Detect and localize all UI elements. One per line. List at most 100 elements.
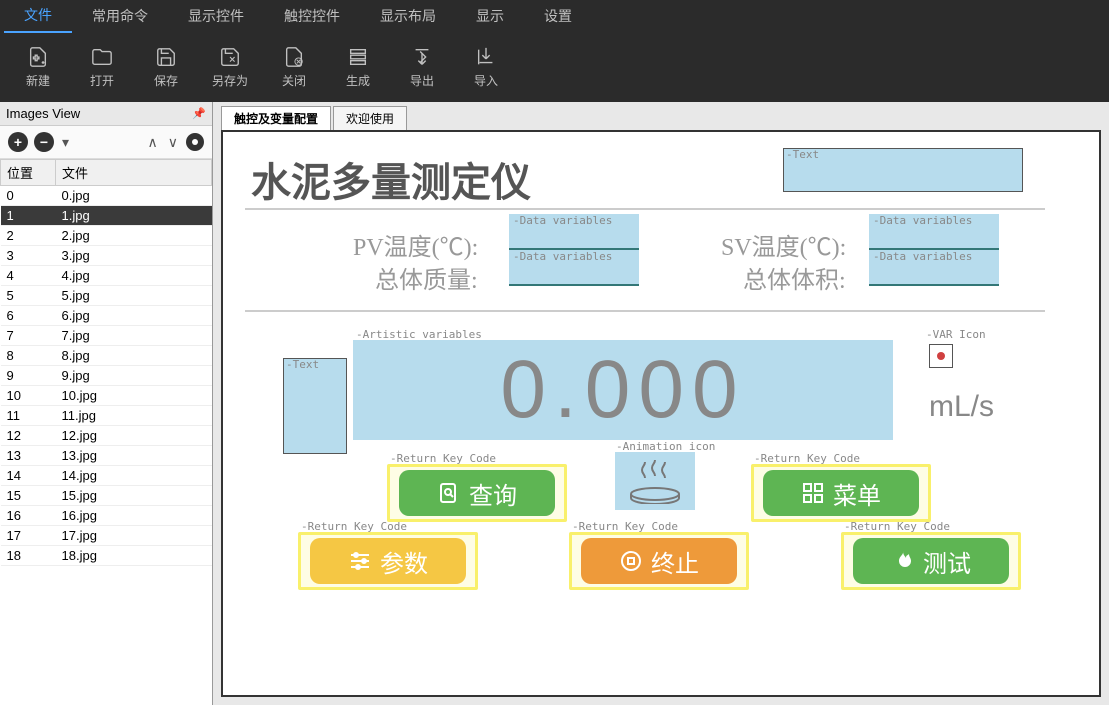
add-image-button[interactable]: + bbox=[8, 132, 28, 152]
save-icon bbox=[155, 46, 177, 68]
import-button[interactable]: 导入 bbox=[456, 37, 516, 97]
move-up-button[interactable]: ∧ bbox=[146, 134, 160, 151]
menu-button[interactable]: 菜单 bbox=[763, 470, 919, 516]
test-button[interactable]: 测试 bbox=[853, 538, 1009, 584]
saveas-label: 另存为 bbox=[212, 72, 248, 89]
cell-file: 1.jpg bbox=[56, 206, 212, 226]
table-row[interactable]: 1111.jpg bbox=[1, 406, 212, 426]
query-button[interactable]: 查询 bbox=[399, 470, 555, 516]
table-row[interactable]: 1818.jpg bbox=[1, 546, 212, 566]
build-button[interactable]: 生成 bbox=[328, 37, 388, 97]
cell-pos: 5 bbox=[1, 286, 56, 306]
menu-item-settings[interactable]: 设置 bbox=[524, 0, 592, 32]
menu-item-display[interactable]: 显示 bbox=[456, 0, 524, 32]
table-row[interactable]: 1616.jpg bbox=[1, 506, 212, 526]
menu-label: 菜单 bbox=[833, 476, 881, 511]
close-label: 关闭 bbox=[282, 72, 306, 89]
menu-item-common[interactable]: 常用命令 bbox=[72, 0, 168, 32]
new-button[interactable]: 新建 bbox=[8, 37, 68, 97]
cell-file: 4.jpg bbox=[56, 266, 212, 286]
menu-item-file[interactable]: 文件 bbox=[4, 0, 72, 33]
search-doc-icon bbox=[437, 481, 461, 505]
table-row[interactable]: 1515.jpg bbox=[1, 486, 212, 506]
cell-pos: 18 bbox=[1, 546, 56, 566]
build-icon bbox=[347, 46, 369, 68]
annotation-mass-data: -Data variables bbox=[513, 250, 612, 263]
table-row[interactable]: 55.jpg bbox=[1, 286, 212, 306]
var-icon-control[interactable] bbox=[929, 344, 953, 368]
animation-icon-control[interactable] bbox=[615, 452, 695, 510]
open-label: 打开 bbox=[90, 72, 114, 89]
table-row[interactable]: 44.jpg bbox=[1, 266, 212, 286]
table-row[interactable]: 88.jpg bbox=[1, 346, 212, 366]
test-label: 测试 bbox=[923, 544, 971, 579]
params-button[interactable]: 参数 bbox=[310, 538, 466, 584]
close-button[interactable]: 关闭 bbox=[264, 37, 324, 97]
export-icon bbox=[411, 46, 433, 68]
dropdown-arrow-icon[interactable]: ▾ bbox=[60, 134, 71, 151]
tab-welcome[interactable]: 欢迎使用 bbox=[333, 106, 407, 130]
export-button[interactable]: 导出 bbox=[392, 37, 452, 97]
table-row[interactable]: 1414.jpg bbox=[1, 466, 212, 486]
cell-pos: 8 bbox=[1, 346, 56, 366]
table-row[interactable]: 11.jpg bbox=[1, 206, 212, 226]
text-control-left[interactable] bbox=[283, 358, 347, 454]
folder-open-icon bbox=[91, 46, 113, 68]
table-row[interactable]: 22.jpg bbox=[1, 226, 212, 246]
cell-file: 16.jpg bbox=[56, 506, 212, 526]
divider-2 bbox=[245, 310, 1045, 312]
table-row[interactable]: 77.jpg bbox=[1, 326, 212, 346]
divider-1 bbox=[245, 208, 1045, 210]
stop-button[interactable]: 终止 bbox=[581, 538, 737, 584]
table-row[interactable]: 1313.jpg bbox=[1, 446, 212, 466]
table-row[interactable]: 1717.jpg bbox=[1, 526, 212, 546]
file-table[interactable]: 位置 文件 00.jpg11.jpg22.jpg33.jpg44.jpg55.j… bbox=[0, 159, 212, 705]
table-row[interactable]: 00.jpg bbox=[1, 186, 212, 206]
menu-item-display-controls[interactable]: 显示控件 bbox=[168, 0, 264, 32]
cell-pos: 13 bbox=[1, 446, 56, 466]
col-header-pos[interactable]: 位置 bbox=[1, 160, 56, 186]
cell-file: 12.jpg bbox=[56, 426, 212, 446]
new-label: 新建 bbox=[26, 72, 50, 89]
cell-file: 17.jpg bbox=[56, 526, 212, 546]
table-row[interactable]: 99.jpg bbox=[1, 366, 212, 386]
annotation-sv-data: -Data variables bbox=[873, 214, 972, 227]
menu-bar: 文件 常用命令 显示控件 触控控件 显示布局 显示 设置 bbox=[0, 0, 1109, 32]
preview-toggle-button[interactable] bbox=[186, 133, 204, 151]
cell-pos: 12 bbox=[1, 426, 56, 446]
pin-icon[interactable]: 📌 bbox=[192, 107, 206, 120]
artistic-variable-display[interactable]: 0.000 bbox=[353, 340, 893, 440]
menu-item-touch-controls[interactable]: 触控控件 bbox=[264, 0, 360, 32]
annotation-var-icon: -VAR Icon bbox=[926, 328, 986, 341]
annotation-pv-data: -Data variables bbox=[513, 214, 612, 227]
move-down-button[interactable]: ∨ bbox=[166, 134, 180, 151]
import-label: 导入 bbox=[474, 72, 498, 89]
table-row[interactable]: 1010.jpg bbox=[1, 386, 212, 406]
tab-touch-config[interactable]: 触控及变量配置 bbox=[221, 106, 331, 130]
cell-file: 0.jpg bbox=[56, 186, 212, 206]
save-button[interactable]: 保存 bbox=[136, 37, 196, 97]
saveas-button[interactable]: 另存为 bbox=[200, 37, 260, 97]
col-header-file[interactable]: 文件 bbox=[56, 160, 212, 186]
open-button[interactable]: 打开 bbox=[72, 37, 132, 97]
menu-item-display-layout[interactable]: 显示布局 bbox=[360, 0, 456, 32]
heating-icon bbox=[627, 458, 683, 504]
remove-image-button[interactable]: − bbox=[34, 132, 54, 152]
cell-pos: 17 bbox=[1, 526, 56, 546]
cell-file: 10.jpg bbox=[56, 386, 212, 406]
stop-circle-icon bbox=[619, 549, 643, 573]
save-label: 保存 bbox=[154, 72, 178, 89]
table-row[interactable]: 66.jpg bbox=[1, 306, 212, 326]
cell-pos: 3 bbox=[1, 246, 56, 266]
sv-temp-label: SV温度(℃): bbox=[721, 227, 846, 262]
cell-file: 8.jpg bbox=[56, 346, 212, 366]
cell-file: 11.jpg bbox=[56, 406, 212, 426]
annotation-volume-data: -Data variables bbox=[873, 250, 972, 263]
annotation-text-top: -Text bbox=[786, 148, 819, 161]
table-row[interactable]: 1212.jpg bbox=[1, 426, 212, 446]
import-icon bbox=[475, 46, 497, 68]
design-canvas[interactable]: 水泥多量测定仪 -Text PV温度(℃): SV温度(℃): 总体质量: 总体… bbox=[221, 130, 1101, 697]
panel-title: Images View bbox=[6, 106, 80, 121]
cell-file: 3.jpg bbox=[56, 246, 212, 266]
table-row[interactable]: 33.jpg bbox=[1, 246, 212, 266]
